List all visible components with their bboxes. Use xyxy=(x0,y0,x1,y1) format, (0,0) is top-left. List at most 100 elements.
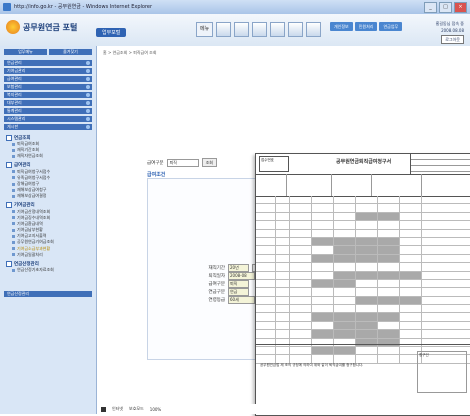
expand-icon xyxy=(86,101,90,105)
document-icon xyxy=(12,194,15,198)
sidebar-favorites-button[interactable]: 즐겨찾기 xyxy=(49,49,92,55)
globe-icon xyxy=(101,406,106,412)
status-zoom[interactable]: 100% xyxy=(150,407,161,412)
filter-select[interactable]: 퇴직 xyxy=(166,158,199,167)
document-info xyxy=(256,174,470,197)
document-icon xyxy=(12,148,15,152)
help-icon-button[interactable] xyxy=(306,22,322,37)
maximize-button[interactable]: □ xyxy=(439,2,452,13)
table-row xyxy=(256,204,470,213)
sidebar-menu-label: 급여관리 xyxy=(7,76,22,81)
toolbar-menu-button[interactable]: 메뉴 xyxy=(196,22,214,37)
tab-civil[interactable]: 민원처리 xyxy=(354,22,378,31)
document-table xyxy=(256,196,470,364)
sidebar-menu-button[interactable]: 업무메뉴 xyxy=(4,49,47,55)
sidebar-menu-item[interactable]: 통계관리 xyxy=(4,108,92,114)
sidebar-menu-label: 복지관리 xyxy=(7,92,22,97)
document-icon xyxy=(12,234,15,238)
tab-pension[interactable]: 연금업무 xyxy=(379,22,403,31)
sidebar: 업무메뉴 즐겨찾기 연금관리 기여금관리 급여관리 보험관리 복지관리 대부관리 통계관리 시… xyxy=(0,46,97,414)
sidebar-menu-item[interactable]: 대부관리 xyxy=(4,100,92,106)
excel-icon-button[interactable] xyxy=(270,22,286,37)
window-controls: _ □ × xyxy=(424,2,467,13)
breadcrumb: 홈 > 연금조회 > 퇴직급여 조회 xyxy=(103,50,157,55)
header-tabs: 개인정보 민원처리 연금업무 xyxy=(330,22,403,31)
sidebar-menu-label: 통계관리 xyxy=(7,108,22,113)
tab-personal[interactable]: 개인정보 xyxy=(330,22,353,31)
close-icon-button[interactable] xyxy=(288,22,304,37)
sidebar-menu-label: 기여금관리 xyxy=(7,68,26,73)
table-row xyxy=(256,254,470,264)
claim-form-document: 접수번호 공무원연금퇴직급여청구서 공무원연금법 제 조의 규정에 의하여 위와… xyxy=(255,153,470,416)
form-input[interactable]: 2008-08 xyxy=(228,272,255,280)
table-row xyxy=(256,330,470,339)
tree-group[interactable]: 연금조회 xyxy=(6,134,92,141)
document-icon xyxy=(12,222,15,226)
table-row xyxy=(256,313,470,322)
tree-item[interactable]: 기여금일괄처리 xyxy=(12,252,92,258)
filter-search-button[interactable]: 조회 xyxy=(201,158,217,167)
document-icon xyxy=(12,176,15,180)
print-icon-button[interactable] xyxy=(252,22,268,37)
document-icon xyxy=(12,182,15,186)
tree-group[interactable]: 기여금관리 xyxy=(6,202,92,209)
tree-item[interactable]: 재해보상급여결정 xyxy=(12,193,92,199)
app-name: 공무원연금 포털 xyxy=(23,22,78,32)
tree-item[interactable]: 연금산정기초자료조회 xyxy=(12,267,92,273)
expand-icon xyxy=(86,109,90,113)
tree-item[interactable]: 재직자연금조회 xyxy=(12,153,92,159)
folder-icon xyxy=(6,202,12,208)
sidebar-menu-item[interactable]: 시스템관리 xyxy=(4,116,92,122)
table-row xyxy=(256,237,470,247)
sidebar-menu-item[interactable]: 복지관리 xyxy=(4,92,92,98)
logout-button[interactable]: 로그아웃 xyxy=(441,35,464,44)
sidebar-menu-item[interactable]: 보험관리 xyxy=(4,84,92,90)
document-title: 공무원연금퇴직급여청구서 xyxy=(336,159,392,165)
logo-icon xyxy=(6,20,20,34)
sidebar-tree: 연금조회 퇴직급여조회 재직기간조회 재직자연금조회 급여관리 퇴직급여청구서접수 유족급여… xyxy=(6,134,92,273)
section-title: 급여조건 xyxy=(147,172,166,178)
sidebar-menu-label: 보험관리 xyxy=(7,84,22,89)
sidebar-menu-item[interactable]: 급여관리 xyxy=(4,76,92,82)
document-icon xyxy=(12,241,15,245)
form-input[interactable]: 퇴직 xyxy=(228,280,249,288)
browser-icon xyxy=(3,3,11,11)
document-icon xyxy=(12,142,15,146)
sidebar-bottom-item[interactable]: 연금산정관리 xyxy=(4,291,92,297)
home-button[interactable]: 업무포털 xyxy=(96,28,127,37)
save-icon-button[interactable] xyxy=(234,22,250,37)
form-input[interactable]: 60세 xyxy=(228,296,255,304)
search-icon-button[interactable] xyxy=(216,22,232,37)
app-logo[interactable]: 공무원연금 포털 xyxy=(6,20,77,34)
status-zone: 인터넷 xyxy=(112,406,124,411)
folder-icon xyxy=(6,134,12,141)
table-row xyxy=(256,263,470,272)
document-icon xyxy=(12,154,15,158)
document-icon xyxy=(12,216,15,220)
document-footer: 공무원연금법 제 조의 규정에 의하여 위와 같이 퇴직급여를 청구합니다. 청… xyxy=(256,344,470,416)
login-date: 2008.08.08 xyxy=(441,28,464,33)
document-icon xyxy=(12,170,15,174)
close-button[interactable]: × xyxy=(454,2,467,13)
table-row xyxy=(256,296,470,306)
minimize-button[interactable]: _ xyxy=(424,2,437,13)
app-header: 공무원연금 포털 업무포털 메뉴 개인정보 민원처리 연금업무 홍길동님 접속 … xyxy=(0,14,470,48)
table-row xyxy=(256,246,470,255)
tree-group[interactable]: 연금산정관리 xyxy=(6,260,92,267)
table-row xyxy=(256,279,470,289)
receipt-stamp: 접수번호 xyxy=(259,156,289,172)
form-row: 퇴직일자 2008-08 xyxy=(203,272,255,280)
document-icon xyxy=(12,228,15,232)
table-row xyxy=(256,305,470,314)
folder-icon xyxy=(6,162,12,169)
table-row xyxy=(256,221,470,230)
tree-group[interactable]: 급여관리 xyxy=(6,162,92,169)
sidebar-menu-item[interactable]: 기여금관리 xyxy=(4,68,92,74)
document-icon xyxy=(12,188,15,192)
form-input[interactable]: 연금 xyxy=(228,288,249,296)
sidebar-menu-item[interactable]: 게시판 xyxy=(4,124,92,130)
filter-label: 급여구분 xyxy=(147,160,164,166)
form-input[interactable]: 20년 xyxy=(228,264,249,272)
sidebar-menu-item[interactable]: 연금관리 xyxy=(4,60,92,66)
document-icon xyxy=(12,210,15,214)
